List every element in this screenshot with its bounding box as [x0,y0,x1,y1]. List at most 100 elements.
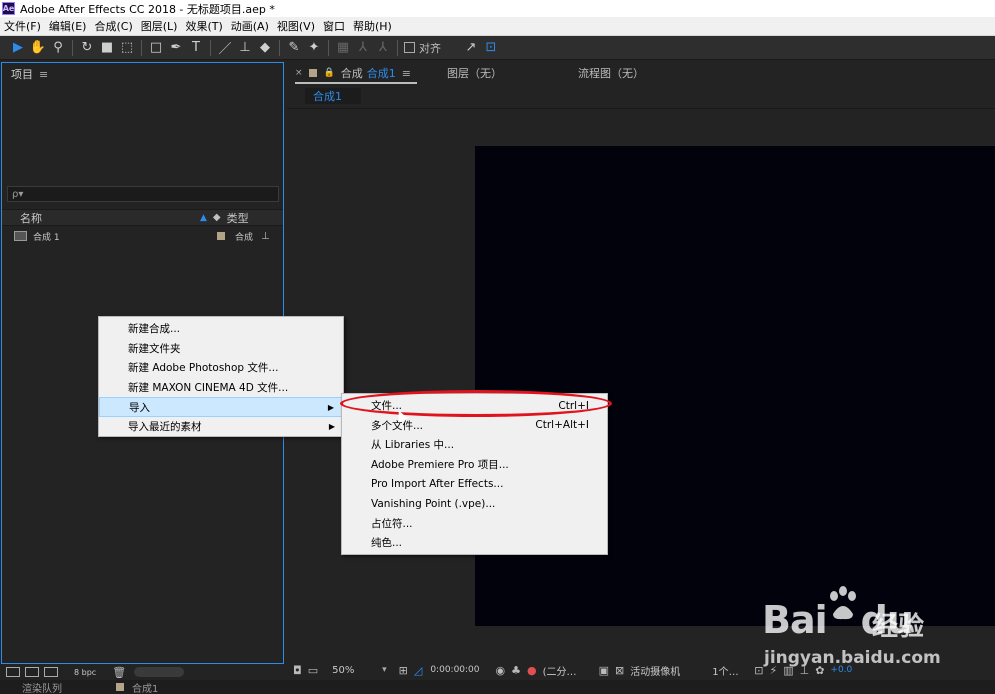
snap-edges-icon[interactable]: ↗ [461,38,481,58]
sort-ascending-icon[interactable]: ▲ [200,213,207,223]
label-color-swatch [308,69,317,77]
rotate-tool-icon[interactable]: ↻ [77,38,97,58]
menu-edit[interactable]: 编辑(E) [45,18,91,34]
menu-layer[interactable]: 图层(L) [137,18,182,34]
tab-layer[interactable]: 图层（无） [447,65,502,81]
world-axis-icon[interactable]: ⅄ [353,38,373,58]
snap-checkbox[interactable] [404,42,415,53]
transparency-grid-icon[interactable]: ⊠ [615,664,624,677]
bit-depth-button[interactable]: 8 bpc [74,668,96,677]
menu-item-import-multiple[interactable]: 多个文件... Ctrl+Alt+I [342,416,607,436]
lock-icon[interactable]: 🔒 [324,68,335,78]
project-footer: 8 bpc 🗑 [1,664,284,680]
tab-flowchart[interactable]: 流程图（无） [578,65,644,81]
menu-item-premiere-project[interactable]: Adobe Premiere Pro 项目... [342,455,607,475]
pen-tool-icon[interactable]: ✒ [166,38,186,58]
trash-icon[interactable]: 🗑 [112,666,126,679]
new-composition-icon[interactable] [44,667,58,677]
menu-item-solid[interactable]: 纯色... [342,533,607,553]
magnification-select[interactable]: 50% [332,665,382,676]
brush-tool-icon[interactable]: ／ [215,38,235,58]
menu-item-import-file[interactable]: 文件... Ctrl+I [342,396,607,416]
selection-tool-icon[interactable]: ▶ [8,38,28,58]
hand-tool-icon[interactable]: ✋ [28,38,48,58]
menu-item-vanishing-point[interactable]: Vanishing Point (.vpe)... [342,494,607,514]
menu-window[interactable]: 窗口 [319,18,349,34]
menu-item-new-cinema4d-file[interactable]: 新建 MAXON CINEMA 4D 文件... [99,378,343,398]
menu-item-label: 导入最近的素材 [128,421,202,434]
tab-timeline-composition[interactable]: 合成1 [132,680,158,694]
menu-help[interactable]: 帮助(H) [349,18,396,34]
active-tab-underline [295,82,417,84]
close-icon[interactable]: × [295,68,303,78]
monitor-icon[interactable]: ▭ [308,664,318,677]
safe-margins-icon[interactable]: ⊞ [399,664,408,677]
toolbar-divider [328,39,329,56]
panel-menu-icon[interactable]: ≡ [402,67,411,80]
chevron-down-icon[interactable]: ▾ [382,665,387,675]
rectangle-tool-icon[interactable]: □ [146,38,166,58]
menu-item-import-recent[interactable]: 导入最近的素材 ▶ [99,417,343,437]
type-tool-icon[interactable]: T [186,38,206,58]
view-layout-select[interactable]: 1个… [712,663,748,678]
snap-features-icon[interactable]: ⊡ [481,38,501,58]
tab-composition[interactable]: 合成1 [367,65,396,81]
camera-tool-icon[interactable]: ■ [97,38,117,58]
project-panel-header: 项目 ≡ [2,63,283,85]
new-folder-icon[interactable] [25,667,39,677]
clone-stamp-tool-icon[interactable]: ⊥ [235,38,255,58]
toolbar-divider [141,39,142,56]
timeline-tab-strip: 渲染队列 合成1 [0,680,995,694]
menu-item-new-folder[interactable]: 新建文件夹 [99,339,343,359]
panel-menu-icon[interactable]: ≡ [39,68,48,81]
tab-render-queue[interactable]: 渲染队列 [22,680,62,694]
snap-label: 对齐 [419,41,441,55]
puppet-pin-tool-icon[interactable]: ✦ [304,38,324,58]
always-preview-icon[interactable]: ◘ [293,664,302,677]
menu-effect[interactable]: 效果(T) [181,18,226,34]
local-axis-icon[interactable]: ▦ [333,38,353,58]
mask-visibility-icon[interactable]: ◿ [414,664,422,677]
baidu-paw-icon [830,586,856,620]
zoom-tool-icon[interactable]: ⚲ [48,38,68,58]
eraser-tool-icon[interactable]: ◆ [255,38,275,58]
menu-item-label: 新建 Adobe Photoshop 文件... [128,362,279,375]
region-of-interest-icon[interactable]: ▣ [599,664,609,677]
menu-item-import[interactable]: 导入 ▶ [99,397,343,417]
menu-item-new-composition[interactable]: 新建合成... [99,319,343,339]
label-tag-icon[interactable]: ◆ [213,212,221,223]
roto-brush-tool-icon[interactable]: ✎ [284,38,304,58]
project-panel-title: 项目 [11,68,33,81]
menu-item-placeholder[interactable]: 占位符... [342,514,607,534]
horizontal-scrollbar[interactable] [134,667,185,677]
interpret-footage-icon[interactable] [6,667,20,677]
menu-item-from-libraries[interactable]: 从 Libraries 中... [342,435,607,455]
menu-animation[interactable]: 动画(A) [227,18,273,34]
snapshot-camera-icon[interactable]: ◉ [496,664,506,677]
flowchart-icon[interactable]: ⊥ [261,231,270,242]
column-name[interactable]: 名称 [20,210,200,226]
menu-item-label: 新建 MAXON CINEMA 4D 文件... [128,382,289,395]
view-axis-icon[interactable]: ⅄ [373,38,393,58]
menu-item-label: Adobe Premiere Pro 项目... [371,459,509,472]
current-time-display[interactable]: 0:00:00:00 [430,665,479,675]
menu-item-new-photoshop-file[interactable]: 新建 Adobe Photoshop 文件... [99,358,343,378]
resolution-select[interactable]: (二分… [543,663,593,678]
camera-view-select[interactable]: 活动摄像机 [630,663,712,678]
project-item-row[interactable]: 合成 1 合成 ⊥ [2,228,283,244]
menu-item-label: 纯色... [371,537,403,550]
project-search-input[interactable]: ρ▾ [7,186,279,202]
app-logo-icon: Ae [2,2,15,15]
menu-item-pro-import[interactable]: Pro Import After Effects... [342,474,607,494]
show-snapshot-icon[interactable]: ♣ [511,664,521,677]
menu-composition[interactable]: 合成(C) [90,18,136,34]
menu-view[interactable]: 视图(V) [273,18,319,34]
pan-behind-tool-icon[interactable]: ⬚ [117,38,137,58]
color-channel-icon[interactable]: ● [527,664,537,677]
composition-breadcrumb[interactable]: 合成1 [305,88,361,104]
label-color-swatch[interactable] [217,232,225,240]
menu-file[interactable]: 文件(F) [0,18,45,34]
column-type[interactable]: 类型 [227,210,249,226]
composition-viewer[interactable] [287,108,995,662]
menu-item-label: 占位符... [371,517,413,530]
